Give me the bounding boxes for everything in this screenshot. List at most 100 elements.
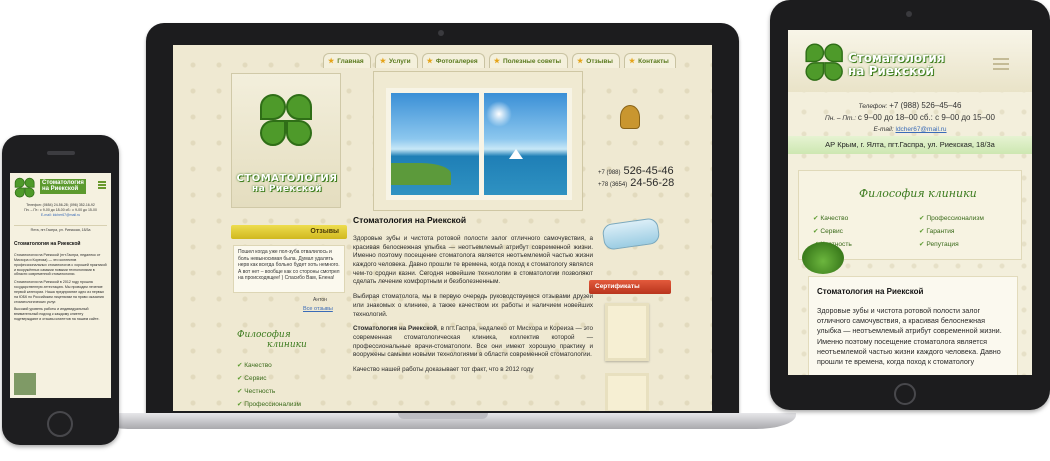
- philosophy-block: Философия клиники Качество Сервис Честно…: [231, 330, 341, 411]
- philosophy-item: Качество: [813, 214, 852, 222]
- page-title: Стоматология на Риекской: [14, 241, 81, 247]
- tablet-content: Стоматология на Риекской Здоровые зубы и…: [808, 276, 1018, 375]
- philosophy-title: Философия клиники: [231, 330, 341, 351]
- phone-numbers: +7 (988) 526-45-46 +78 (3654) 24-56-28: [598, 165, 688, 189]
- philosophy-item: Качество: [237, 361, 341, 369]
- logo-line-1: Стоматология: [848, 51, 945, 65]
- philosophy-item: Профессионализм: [919, 214, 984, 222]
- nav-tab-gallery[interactable]: ★ Фотогалерея: [421, 53, 485, 68]
- tablet-contacts: Телефон: +7 (988) 526–45–46 Пн. – Пт.: с…: [788, 100, 1032, 135]
- certificate-thumbnail[interactable]: [605, 373, 649, 411]
- page-title: Стоматология на Риекской: [817, 287, 924, 296]
- star-icon: ★: [379, 58, 386, 65]
- star-icon: ★: [628, 58, 636, 65]
- responsive-mockup: ★ Главная ★ Услуги ★ Фотогалерея ★ Полезные …: [0, 0, 1050, 461]
- content-paragraph: Выбирая стоматолога, мы в первую очередь…: [353, 293, 593, 318]
- logo-text: СТОМАТОЛОГИЯ на Риекской: [236, 173, 338, 194]
- star-icon: ★: [328, 58, 335, 65]
- email-label: E-mail:: [873, 125, 894, 133]
- nav-label: Отзывы: [586, 57, 613, 65]
- tablet-logo[interactable]: [804, 42, 844, 82]
- page-title: Стоматология на Риекской: [353, 215, 467, 225]
- main-content: Стоматология на Риекской Здоровые зубы и…: [353, 215, 593, 381]
- nav-tab-contacts[interactable]: ★ Контакты: [623, 53, 676, 68]
- mobile-address: Ялта, пгт.Гаспра, ул. Риекская, 18/3а: [14, 225, 107, 232]
- logo-line-2: на Риекской: [252, 183, 322, 194]
- email-link[interactable]: E-mail: ldcher67@mail.ru: [14, 213, 107, 218]
- philosophy-list: Качество Сервис Честность Профессионализ…: [231, 361, 341, 408]
- ship-bottle-icon: [601, 217, 661, 251]
- logo-line-2: на Риекской: [848, 63, 934, 78]
- content-paragraph: Качество нашей работы доказывает тот фак…: [353, 365, 534, 373]
- nav-tab-services[interactable]: ★ Услуги: [374, 53, 418, 68]
- certificate-thumbnail[interactable]: [605, 303, 649, 361]
- nav-tab-tips[interactable]: ★ Полезные советы: [488, 53, 569, 68]
- tablet-header: Стоматология на Риекской: [788, 30, 1032, 92]
- clinic-name-bold: Стоматология на Риекской: [353, 325, 437, 333]
- mobile-logo[interactable]: [14, 177, 36, 199]
- philosophy-title: Философия клиники: [859, 187, 977, 200]
- content-paragraph: Высокий уровень работы и индивидуальный …: [14, 307, 100, 322]
- phone-screen: Стоматология на Риекской Телефон: (0654)…: [10, 173, 111, 398]
- nav-label: Полезные советы: [502, 57, 562, 65]
- sea-view-image: [386, 88, 572, 200]
- tablet-camera: [906, 11, 912, 17]
- bell-icon: [620, 105, 640, 129]
- mobile-contacts: Телефон: (0654) 24-56-28; (096) 352-16-9…: [14, 203, 107, 218]
- phone-label: Телефон:: [858, 103, 888, 110]
- philosophy-item: Гарантия: [919, 227, 984, 235]
- review-card: Пошел когда уже пол-зуба отвалилось и бо…: [233, 245, 345, 293]
- philosophy-item: Сервис: [813, 227, 852, 235]
- hamburger-menu-icon[interactable]: [993, 58, 1009, 73]
- nav-label: Главная: [337, 57, 364, 65]
- logo-line-2: на Риекской: [42, 186, 79, 193]
- mobile-logo-text: Стоматология на Риекской: [40, 179, 86, 194]
- logo-line-1: СТОМАТОЛОГИЯ: [236, 173, 338, 184]
- philosophy-list-right: Профессионализм Гарантия Репутация: [919, 214, 984, 253]
- content-paragraph: Здоровые зубы и чистота ротовой полости …: [817, 306, 1002, 367]
- content-paragraph: Стоматология на Риекской, в пгт.Гаспра, …: [353, 325, 593, 360]
- nav-label: Контакты: [638, 57, 669, 65]
- phone-code: +78 (3654): [598, 182, 628, 188]
- site-logo[interactable]: СТОМАТОЛОГИЯ на Риекской: [231, 73, 341, 208]
- star-icon: ★: [577, 58, 584, 65]
- all-reviews-link[interactable]: Все отзывы: [303, 306, 333, 312]
- nav-tab-reviews[interactable]: ★ Отзывы: [572, 53, 620, 68]
- phone-value: +7 (988) 526–45–46: [889, 101, 962, 110]
- phone-code: +7 (988): [598, 170, 621, 176]
- hamburger-menu-icon[interactable]: [98, 181, 106, 190]
- laptop-device: ★ Главная ★ Услуги ★ Фотогалерея ★ Полезные …: [146, 23, 739, 418]
- star-icon: ★: [493, 58, 500, 65]
- laptop-notch: [398, 413, 488, 419]
- phone-earpiece: [47, 151, 75, 155]
- laptop-camera: [438, 30, 444, 36]
- nav-label: Услуги: [389, 57, 411, 65]
- hero-window-image: [373, 71, 583, 211]
- review-author: Антон: [313, 297, 327, 303]
- water-lily-icon: [802, 242, 844, 274]
- hours-value: с 9–00 до 18–00 сб.: с 9–00 до 15–00: [857, 113, 995, 123]
- hours-label: Пн. – Пт.:: [825, 115, 857, 123]
- clover-logo-icon: [14, 177, 35, 198]
- phone-number: 24-56-28: [630, 177, 675, 189]
- laptop-screen: ★ Главная ★ Услуги ★ Фотогалерея ★ Полезные …: [173, 45, 712, 411]
- nav-tab-home[interactable]: ★ Главная: [323, 53, 371, 68]
- clover-logo-icon: [258, 92, 314, 148]
- phone-device: Стоматология на Риекской Телефон: (0654)…: [2, 135, 119, 445]
- reviews-heading: Отзывы: [231, 225, 347, 239]
- philosophy-item: Сервис: [237, 374, 341, 382]
- home-button: [894, 383, 916, 405]
- mobile-content: Стоматология на Риекской (пгт.Гаспра, не…: [14, 253, 107, 325]
- philosophy-item: Репутация: [919, 240, 984, 248]
- tablet-device: Стоматология на Риекской Телефон: +7 (98…: [770, 0, 1050, 410]
- star-icon: ★: [426, 58, 433, 65]
- philosophy-title-line-2: клиники: [267, 339, 307, 350]
- phone-number: 526-45-46: [623, 165, 674, 177]
- email-link[interactable]: ldcher67@mail.ru: [896, 126, 947, 133]
- tablet-screen: Стоматология на Риекской Телефон: +7 (98…: [788, 30, 1032, 375]
- address-bar: АР Крым, г. Ялта, пгт.Гаспра, ул. Риекск…: [788, 136, 1032, 154]
- philosophy-item: Честность: [237, 387, 341, 395]
- content-paragraph: Стоматология на Риекской (пгт.Гаспра, не…: [14, 253, 107, 277]
- home-button: [47, 411, 73, 437]
- tablet-logo-text: Стоматология на Риекской: [848, 52, 945, 77]
